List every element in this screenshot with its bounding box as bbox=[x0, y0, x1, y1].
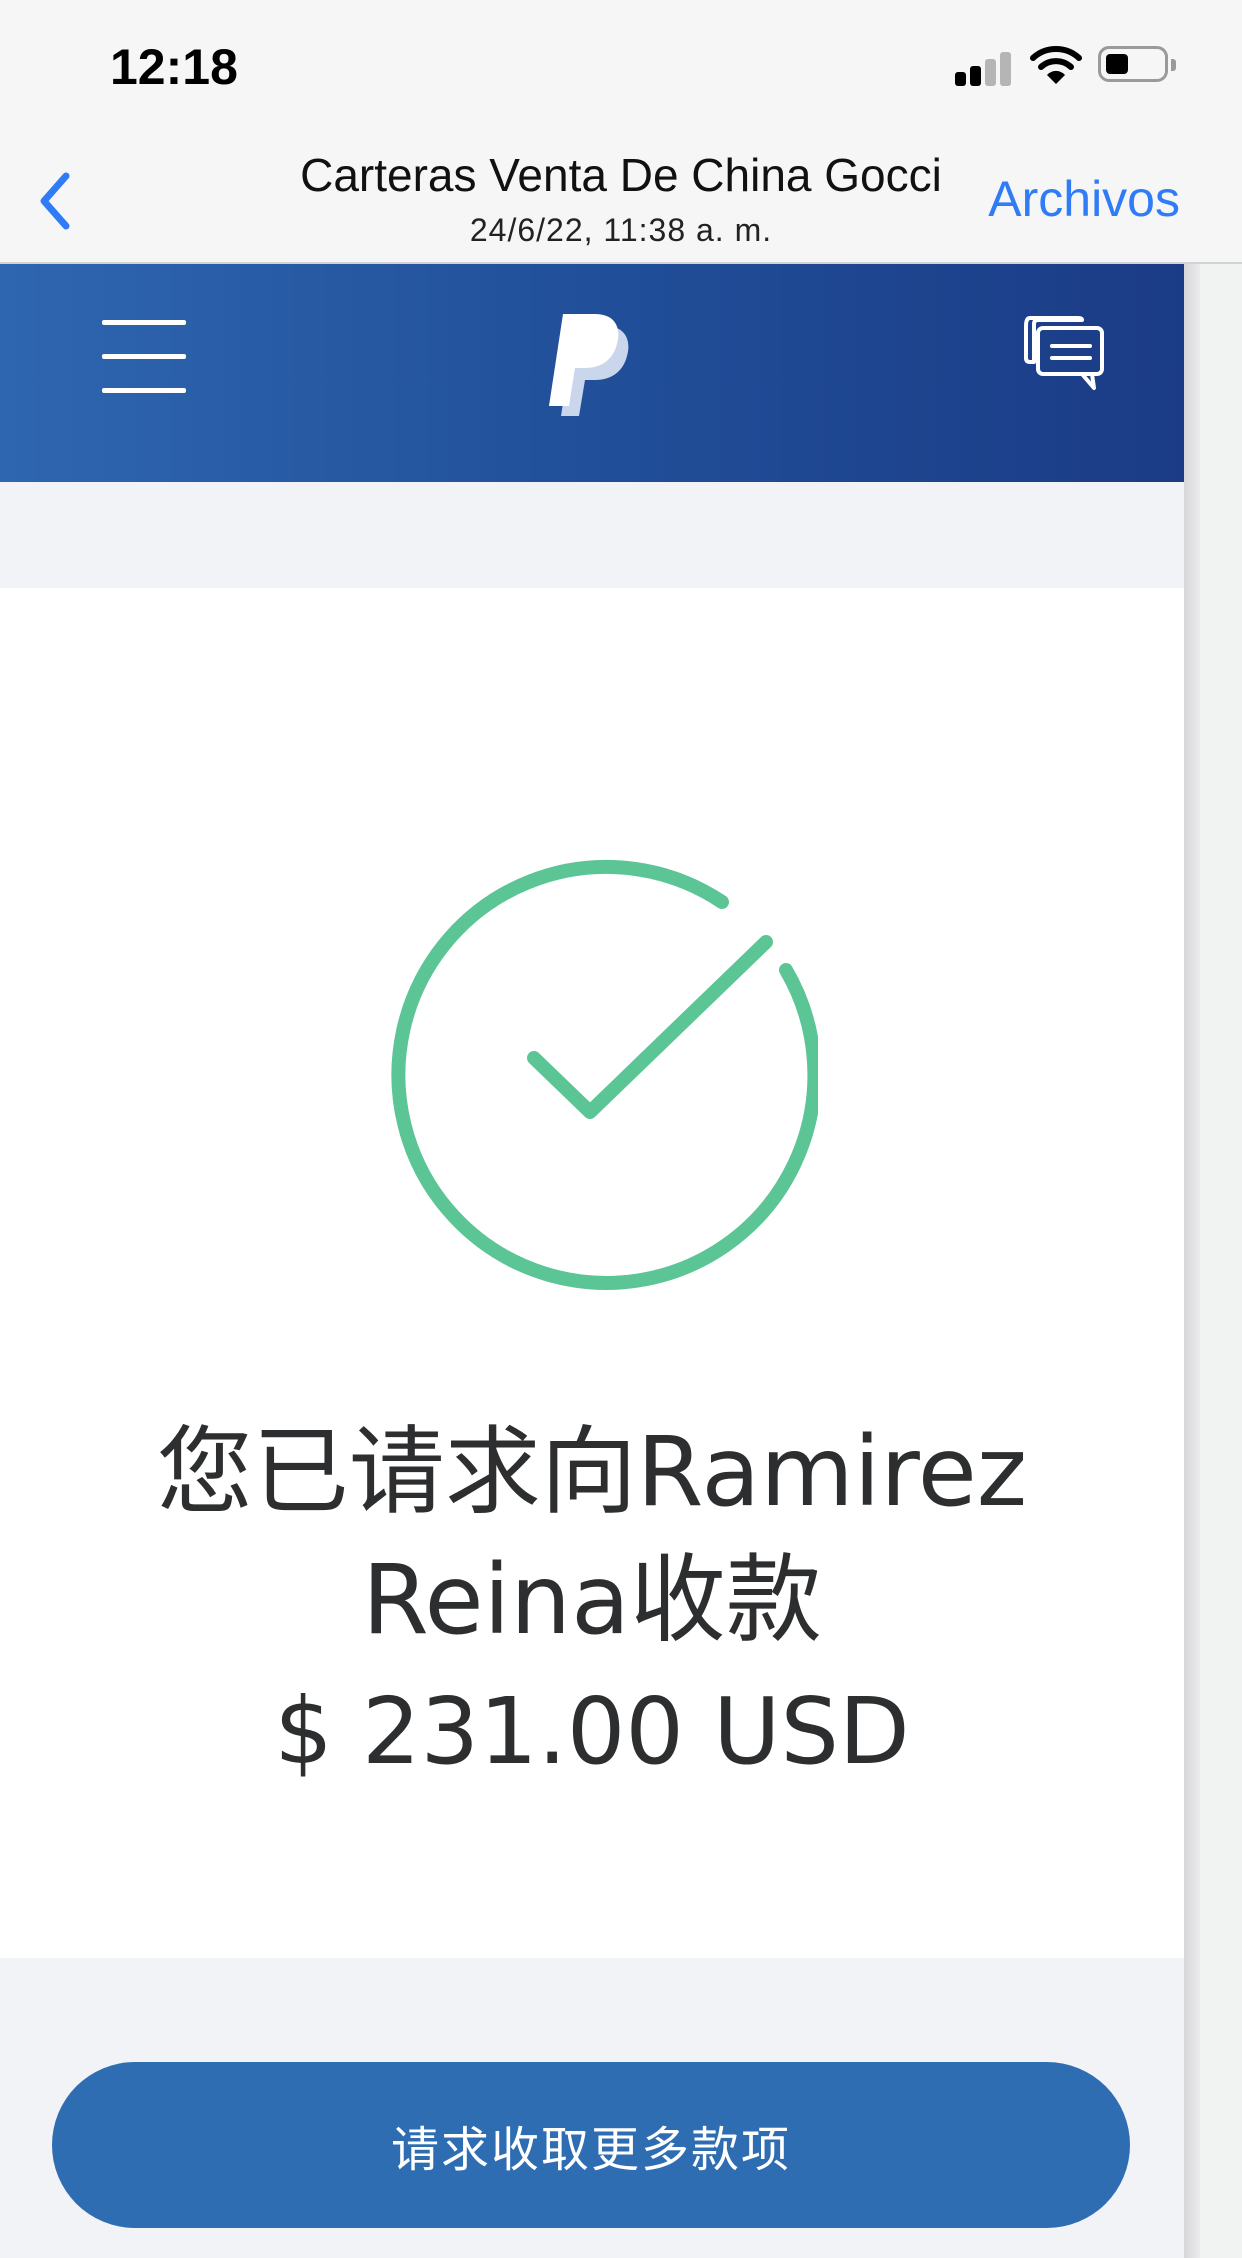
check-circle-icon bbox=[391, 859, 818, 1290]
wifi-icon bbox=[1030, 46, 1082, 84]
request-more-button[interactable]: 请求收取更多款项 bbox=[52, 2062, 1130, 2228]
battery-icon bbox=[1098, 46, 1176, 82]
success-card: 您已请求向Ramirez Reina收款 $ 231.00 USD bbox=[0, 588, 1184, 1958]
bottom-actions: 请求收取更多款项 bbox=[0, 1958, 1184, 2258]
signal-icon bbox=[955, 52, 1011, 86]
status-bar: 12:18 bbox=[0, 0, 1242, 130]
request-message: 您已请求向Ramirez Reina收款 bbox=[0, 1408, 1184, 1664]
paypal-logo-icon bbox=[549, 314, 629, 416]
spacer-band bbox=[0, 482, 1184, 588]
background-edge bbox=[1184, 264, 1242, 2258]
request-amount: $ 231.00 USD bbox=[274, 1678, 910, 1785]
request-message-line-2: Reina收款 bbox=[362, 1544, 822, 1656]
files-button[interactable]: Archivos bbox=[988, 170, 1180, 228]
menu-icon[interactable] bbox=[102, 312, 186, 402]
chat-icon[interactable] bbox=[1020, 314, 1110, 394]
navigation-bar: Carteras Venta De China Gocci 24/6/22, 1… bbox=[0, 130, 1242, 264]
paypal-header bbox=[0, 264, 1184, 482]
request-message-line-1: 您已请求向Ramirez bbox=[156, 1416, 1028, 1528]
status-time: 12:18 bbox=[110, 39, 238, 95]
